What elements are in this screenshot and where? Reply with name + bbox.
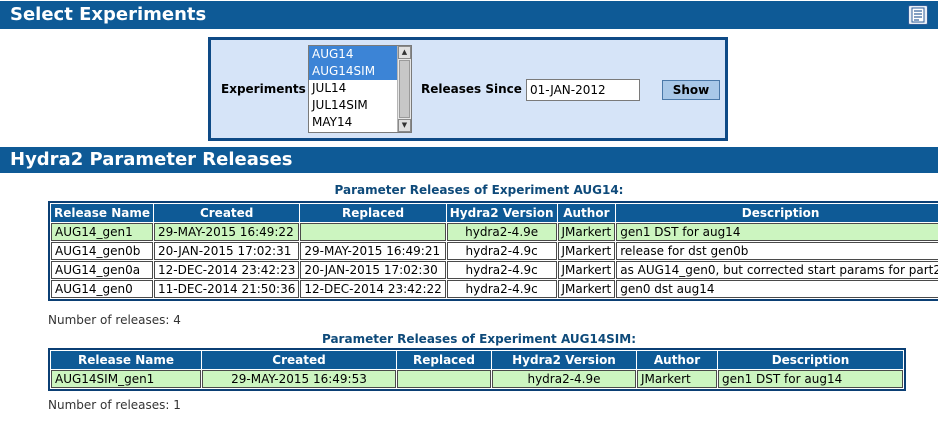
col-author: Author [557, 204, 616, 222]
release-name-cell: AUG14_gen1 [51, 223, 153, 241]
author-cell: JMarkert [557, 223, 616, 241]
col-created: Created [202, 351, 396, 369]
replaced-cell: 12-DEC-2014 23:42:22 [300, 280, 446, 298]
experiment-option-jul14sim[interactable]: JUL14SIM [309, 97, 397, 114]
col-replaced: Replaced [397, 351, 491, 369]
created-cell: 20-JAN-2015 17:02:31 [153, 242, 300, 260]
col-hydra2-version: Hydra2 Version [446, 204, 557, 222]
hydra2-parameter-releases-header: Hydra2 Parameter Releases [0, 147, 938, 173]
col-author: Author [637, 351, 717, 369]
replaced-cell [300, 223, 446, 241]
release-count-aug14: Number of releases: 4 [48, 313, 181, 327]
version-cell: hydra2-4.9c [446, 280, 557, 298]
author-cell: JMarkert [557, 242, 616, 260]
table-row: AUG14_gen0b 20-JAN-2015 17:02:31 29-MAY-… [51, 242, 938, 260]
table-header-row: Release Name Created Replaced Hydra2 Ver… [51, 351, 903, 369]
created-cell: 11-DEC-2014 21:50:36 [153, 280, 300, 298]
table-caption-aug14sim: Parameter Releases of Experiment AUG14SI… [321, 332, 637, 346]
table-row: AUG14_gen1 29-MAY-2015 16:49:22 hydra2-4… [51, 223, 938, 241]
description-cell: release for dst gen0b [616, 242, 938, 260]
experiment-option-jul14[interactable]: JUL14 [309, 80, 397, 97]
experiment-option-aug14sim[interactable]: AUG14SIM [309, 63, 397, 80]
section-title: Hydra2 Parameter Releases [10, 149, 293, 170]
version-cell: hydra2-4.9e [492, 370, 636, 388]
release-name-cell: AUG14SIM_gen1 [51, 370, 201, 388]
author-cell: JMarkert [557, 261, 616, 279]
created-cell: 29-MAY-2015 16:49:53 [202, 370, 396, 388]
experiment-option-may14[interactable]: MAY14 [309, 114, 397, 131]
description-cell: gen1 DST for aug14 [616, 223, 938, 241]
col-replaced: Replaced [300, 204, 446, 222]
releases-since-label: Releases Since [421, 82, 522, 96]
release-name-cell: AUG14_gen0a [51, 261, 153, 279]
description-cell: as AUG14_gen0, but corrected start param… [616, 261, 938, 279]
col-hydra2-version: Hydra2 Version [492, 351, 636, 369]
release-count-aug14sim: Number of releases: 1 [48, 398, 181, 412]
table-header-row: Release Name Created Replaced Hydra2 Ver… [51, 204, 938, 222]
replaced-cell: 29-MAY-2015 16:49:21 [300, 242, 446, 260]
col-release-name: Release Name [51, 351, 201, 369]
col-description: Description [718, 351, 903, 369]
release-name-cell: AUG14_gen0b [51, 242, 153, 260]
scroll-down-icon[interactable]: ▼ [398, 119, 411, 132]
releases-table-aug14: Release Name Created Replaced Hydra2 Ver… [48, 201, 938, 301]
scroll-thumb[interactable] [399, 60, 410, 118]
scroll-up-icon[interactable]: ▲ [398, 46, 411, 59]
col-created: Created [153, 204, 300, 222]
replaced-cell [397, 370, 491, 388]
page-title: Select Experiments [10, 4, 207, 25]
experiment-filter-panel: Experiments AUG14 AUG14SIM JUL14 JUL14SI… [208, 37, 728, 141]
experiments-label: Experiments [221, 82, 306, 96]
listbox-scrollbar[interactable]: ▲ ▼ [397, 46, 411, 132]
releases-since-input[interactable] [526, 79, 640, 101]
version-cell: hydra2-4.9e [446, 223, 557, 241]
form-list-icon[interactable] [908, 5, 928, 25]
table-caption-aug14: Parameter Releases of Experiment AUG14: [334, 183, 624, 197]
author-cell: JMarkert [637, 370, 717, 388]
select-experiments-header: Select Experiments [0, 1, 938, 29]
replaced-cell: 20-JAN-2015 17:02:30 [300, 261, 446, 279]
created-cell: 12-DEC-2014 23:42:23 [153, 261, 300, 279]
table-row: AUG14_gen0 11-DEC-2014 21:50:36 12-DEC-2… [51, 280, 938, 298]
table-row: AUG14SIM_gen1 29-MAY-2015 16:49:53 hydra… [51, 370, 903, 388]
col-release-name: Release Name [51, 204, 153, 222]
version-cell: hydra2-4.9c [446, 242, 557, 260]
release-name-cell: AUG14_gen0 [51, 280, 153, 298]
experiments-listbox[interactable]: AUG14 AUG14SIM JUL14 JUL14SIM MAY14 ▲ ▼ [308, 45, 412, 133]
description-cell: gen1 DST for aug14 [718, 370, 903, 388]
table-row: AUG14_gen0a 12-DEC-2014 23:42:23 20-JAN-… [51, 261, 938, 279]
col-description: Description [616, 204, 938, 222]
description-cell: gen0 dst aug14 [616, 280, 938, 298]
show-button[interactable]: Show [662, 80, 720, 100]
experiment-option-aug14[interactable]: AUG14 [309, 46, 397, 63]
releases-table-aug14sim: Release Name Created Replaced Hydra2 Ver… [48, 348, 906, 391]
created-cell: 29-MAY-2015 16:49:22 [153, 223, 300, 241]
version-cell: hydra2-4.9c [446, 261, 557, 279]
author-cell: JMarkert [557, 280, 616, 298]
